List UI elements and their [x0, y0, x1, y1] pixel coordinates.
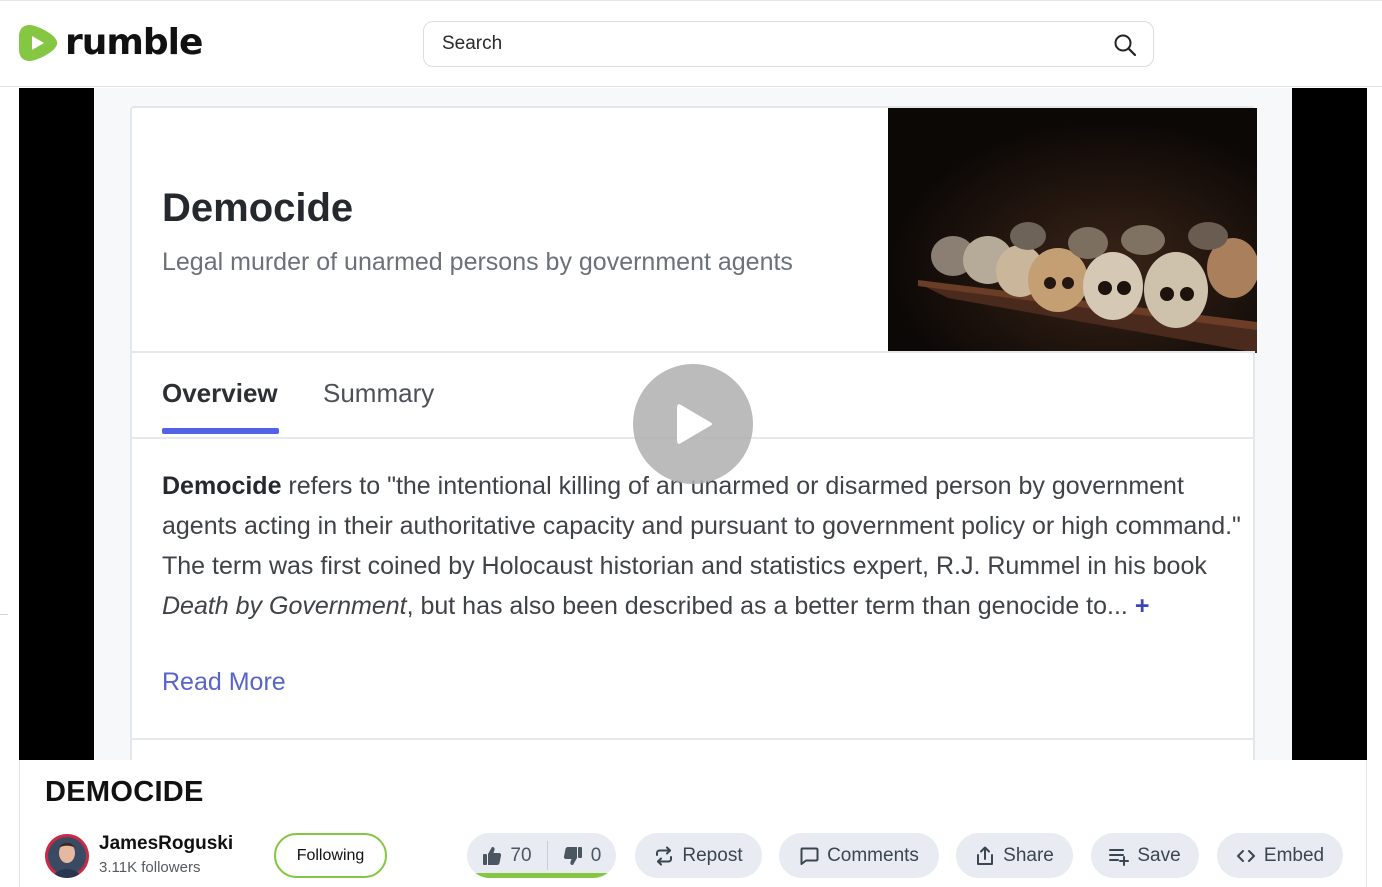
like-button[interactable]: 70	[467, 833, 547, 878]
play-icon	[677, 404, 713, 444]
read-more-link: Read More	[162, 668, 286, 696]
tab-active-indicator	[162, 428, 279, 434]
play-button[interactable]	[633, 364, 753, 484]
channel-name[interactable]: JamesRoguski	[99, 833, 233, 855]
following-button[interactable]: Following	[274, 833, 387, 878]
like-count: 70	[510, 844, 532, 866]
rumble-logo[interactable]: rumble	[18, 22, 203, 64]
save-icon	[1109, 848, 1130, 866]
logo-text: rumble	[65, 22, 203, 63]
body-text-1: refers to "the intentional killing of an…	[162, 472, 1241, 580]
search-input[interactable]	[442, 32, 1082, 56]
comments-button[interactable]: Comments	[779, 833, 939, 878]
video-info: DEMOCIDE JamesRoguski 3.11K followers Fo…	[19, 760, 1367, 887]
like-ratio-bar	[467, 873, 616, 878]
embed-label: Embed	[1263, 844, 1325, 866]
search-box	[423, 21, 1154, 67]
rumble-logo-icon	[19, 25, 58, 61]
vote-buttons: 70 0	[467, 833, 616, 878]
repost-icon	[656, 846, 673, 865]
book-title: Death by Government	[162, 592, 407, 620]
header-divider	[132, 351, 1255, 353]
embed-button[interactable]: Embed	[1217, 833, 1343, 878]
search-icon	[1114, 34, 1137, 57]
repost-label: Repost	[682, 844, 743, 866]
tab-overview: Overview	[162, 378, 278, 408]
frame-subtitle: Legal murder of unarmed persons by gover…	[162, 248, 793, 276]
share-button[interactable]: Share	[956, 833, 1073, 878]
video-title: DEMOCIDE	[45, 776, 204, 808]
follower-count: 3.11K followers	[99, 859, 201, 876]
comments-icon	[800, 847, 819, 865]
thumbs-down-icon	[563, 846, 582, 865]
save-button[interactable]: Save	[1091, 833, 1199, 878]
search-button[interactable]	[1113, 33, 1137, 57]
save-label: Save	[1137, 844, 1181, 866]
frame-title: Democide	[162, 186, 354, 230]
body-text-2: , but has also been described as a bette…	[406, 592, 1135, 620]
share-icon	[977, 846, 994, 865]
bottom-divider	[132, 738, 1255, 740]
comments-label: Comments	[827, 844, 919, 866]
embed-icon	[1236, 849, 1255, 862]
site-header: rumble	[0, 0, 1382, 87]
thumbs-up-icon	[483, 846, 502, 865]
tab-summary: Summary	[323, 378, 435, 408]
bold-term: Democide	[162, 472, 282, 500]
avatar[interactable]	[45, 834, 89, 878]
overview-text: Democide refers to "the intentional kill…	[162, 466, 1242, 626]
repost-button[interactable]: Repost	[635, 833, 762, 878]
dislike-button[interactable]: 0	[548, 833, 616, 878]
video-player[interactable]: Democide Legal murder of unarmed persons…	[19, 88, 1367, 760]
share-label: Share	[1003, 844, 1054, 866]
dislike-count: 0	[590, 844, 602, 866]
expand-plus: +	[1134, 592, 1150, 620]
skulls-image	[888, 108, 1257, 353]
page-edge-divider	[0, 614, 8, 615]
